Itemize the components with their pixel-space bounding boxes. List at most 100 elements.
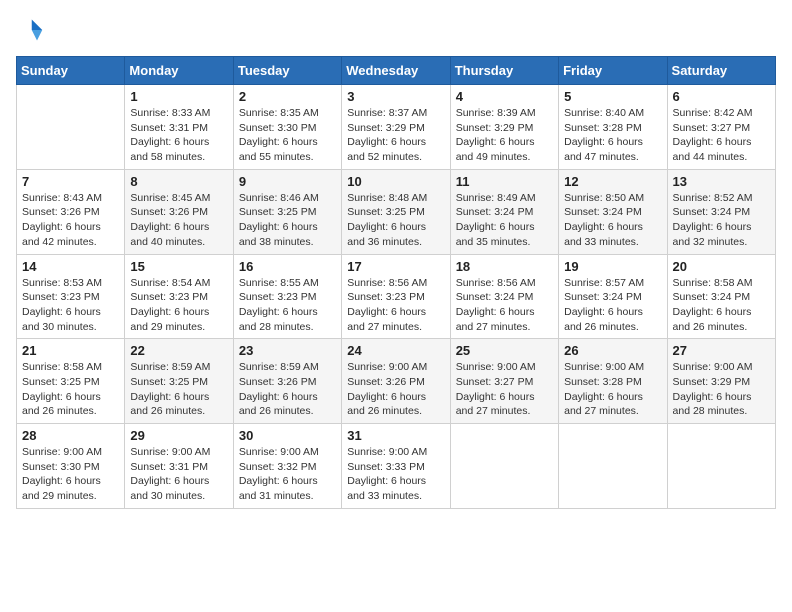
weekday-header-tuesday: Tuesday: [233, 57, 341, 85]
daylight-hours: Daylight: 6 hours and 33 minutes.: [347, 475, 426, 502]
daylight-hours: Daylight: 6 hours and 27 minutes.: [456, 306, 535, 333]
day-info: Sunrise: 8:49 AM Sunset: 3:24 PM Dayligh…: [456, 191, 553, 250]
day-number: 13: [673, 174, 770, 189]
sunrise-time: Sunrise: 9:00 AM: [22, 446, 102, 458]
sunset-time: Sunset: 3:25 PM: [22, 376, 100, 388]
sunrise-time: Sunrise: 8:54 AM: [130, 277, 210, 289]
sunrise-time: Sunrise: 8:46 AM: [239, 192, 319, 204]
sunset-time: Sunset: 3:23 PM: [239, 291, 317, 303]
sunset-time: Sunset: 3:29 PM: [673, 376, 751, 388]
calendar-week-row: 1 Sunrise: 8:33 AM Sunset: 3:31 PM Dayli…: [17, 85, 776, 170]
sunset-time: Sunset: 3:24 PM: [456, 206, 534, 218]
daylight-hours: Daylight: 6 hours and 27 minutes.: [564, 391, 643, 418]
day-number: 5: [564, 89, 661, 104]
daylight-hours: Daylight: 6 hours and 28 minutes.: [239, 306, 318, 333]
day-info: Sunrise: 8:53 AM Sunset: 3:23 PM Dayligh…: [22, 276, 119, 335]
calendar-cell: 16 Sunrise: 8:55 AM Sunset: 3:23 PM Dayl…: [233, 254, 341, 339]
day-info: Sunrise: 8:59 AM Sunset: 3:26 PM Dayligh…: [239, 360, 336, 419]
sunrise-time: Sunrise: 9:00 AM: [130, 446, 210, 458]
daylight-hours: Daylight: 6 hours and 31 minutes.: [239, 475, 318, 502]
day-number: 19: [564, 259, 661, 274]
calendar-week-row: 7 Sunrise: 8:43 AM Sunset: 3:26 PM Dayli…: [17, 169, 776, 254]
day-info: Sunrise: 8:50 AM Sunset: 3:24 PM Dayligh…: [564, 191, 661, 250]
sunrise-time: Sunrise: 8:58 AM: [673, 277, 753, 289]
calendar-cell: 26 Sunrise: 9:00 AM Sunset: 3:28 PM Dayl…: [559, 339, 667, 424]
sunset-time: Sunset: 3:25 PM: [130, 376, 208, 388]
sunset-time: Sunset: 3:27 PM: [456, 376, 534, 388]
calendar-cell: [17, 85, 125, 170]
day-number: 10: [347, 174, 444, 189]
weekday-header-thursday: Thursday: [450, 57, 558, 85]
calendar-cell: 29 Sunrise: 9:00 AM Sunset: 3:31 PM Dayl…: [125, 424, 233, 509]
sunset-time: Sunset: 3:26 PM: [22, 206, 100, 218]
calendar-cell: 30 Sunrise: 9:00 AM Sunset: 3:32 PM Dayl…: [233, 424, 341, 509]
day-number: 25: [456, 343, 553, 358]
daylight-hours: Daylight: 6 hours and 35 minutes.: [456, 221, 535, 248]
day-number: 29: [130, 428, 227, 443]
weekday-header-monday: Monday: [125, 57, 233, 85]
sunrise-time: Sunrise: 8:35 AM: [239, 107, 319, 119]
day-info: Sunrise: 9:00 AM Sunset: 3:31 PM Dayligh…: [130, 445, 227, 504]
sunrise-time: Sunrise: 8:57 AM: [564, 277, 644, 289]
calendar-cell: 13 Sunrise: 8:52 AM Sunset: 3:24 PM Dayl…: [667, 169, 775, 254]
sunrise-time: Sunrise: 8:55 AM: [239, 277, 319, 289]
daylight-hours: Daylight: 6 hours and 26 minutes.: [564, 306, 643, 333]
sunset-time: Sunset: 3:26 PM: [239, 376, 317, 388]
day-number: 31: [347, 428, 444, 443]
daylight-hours: Daylight: 6 hours and 42 minutes.: [22, 221, 101, 248]
day-info: Sunrise: 8:56 AM Sunset: 3:24 PM Dayligh…: [456, 276, 553, 335]
sunset-time: Sunset: 3:25 PM: [347, 206, 425, 218]
calendar-cell: 27 Sunrise: 9:00 AM Sunset: 3:29 PM Dayl…: [667, 339, 775, 424]
sunrise-time: Sunrise: 8:53 AM: [22, 277, 102, 289]
sunset-time: Sunset: 3:24 PM: [673, 291, 751, 303]
daylight-hours: Daylight: 6 hours and 26 minutes.: [130, 391, 209, 418]
daylight-hours: Daylight: 6 hours and 30 minutes.: [22, 306, 101, 333]
day-number: 18: [456, 259, 553, 274]
calendar-cell: [667, 424, 775, 509]
calendar-cell: 2 Sunrise: 8:35 AM Sunset: 3:30 PM Dayli…: [233, 85, 341, 170]
day-number: 14: [22, 259, 119, 274]
weekday-header-row: SundayMondayTuesdayWednesdayThursdayFrid…: [17, 57, 776, 85]
day-info: Sunrise: 9:00 AM Sunset: 3:29 PM Dayligh…: [673, 360, 770, 419]
daylight-hours: Daylight: 6 hours and 28 minutes.: [673, 391, 752, 418]
calendar-week-row: 14 Sunrise: 8:53 AM Sunset: 3:23 PM Dayl…: [17, 254, 776, 339]
sunset-time: Sunset: 3:28 PM: [564, 376, 642, 388]
day-info: Sunrise: 8:35 AM Sunset: 3:30 PM Dayligh…: [239, 106, 336, 165]
day-number: 9: [239, 174, 336, 189]
daylight-hours: Daylight: 6 hours and 27 minutes.: [456, 391, 535, 418]
sunrise-time: Sunrise: 8:33 AM: [130, 107, 210, 119]
day-number: 28: [22, 428, 119, 443]
calendar-cell: 18 Sunrise: 8:56 AM Sunset: 3:24 PM Dayl…: [450, 254, 558, 339]
daylight-hours: Daylight: 6 hours and 58 minutes.: [130, 136, 209, 163]
day-info: Sunrise: 8:37 AM Sunset: 3:29 PM Dayligh…: [347, 106, 444, 165]
day-info: Sunrise: 8:40 AM Sunset: 3:28 PM Dayligh…: [564, 106, 661, 165]
day-info: Sunrise: 8:52 AM Sunset: 3:24 PM Dayligh…: [673, 191, 770, 250]
day-info: Sunrise: 9:00 AM Sunset: 3:33 PM Dayligh…: [347, 445, 444, 504]
sunset-time: Sunset: 3:31 PM: [130, 122, 208, 134]
day-info: Sunrise: 8:42 AM Sunset: 3:27 PM Dayligh…: [673, 106, 770, 165]
day-info: Sunrise: 9:00 AM Sunset: 3:30 PM Dayligh…: [22, 445, 119, 504]
daylight-hours: Daylight: 6 hours and 26 minutes.: [347, 391, 426, 418]
day-number: 30: [239, 428, 336, 443]
calendar-cell: 4 Sunrise: 8:39 AM Sunset: 3:29 PM Dayli…: [450, 85, 558, 170]
day-info: Sunrise: 8:57 AM Sunset: 3:24 PM Dayligh…: [564, 276, 661, 335]
calendar-cell: 8 Sunrise: 8:45 AM Sunset: 3:26 PM Dayli…: [125, 169, 233, 254]
daylight-hours: Daylight: 6 hours and 30 minutes.: [130, 475, 209, 502]
day-number: 16: [239, 259, 336, 274]
day-number: 27: [673, 343, 770, 358]
sunrise-time: Sunrise: 8:49 AM: [456, 192, 536, 204]
day-info: Sunrise: 8:55 AM Sunset: 3:23 PM Dayligh…: [239, 276, 336, 335]
sunrise-time: Sunrise: 8:59 AM: [239, 361, 319, 373]
day-number: 15: [130, 259, 227, 274]
weekday-header-sunday: Sunday: [17, 57, 125, 85]
day-number: 21: [22, 343, 119, 358]
daylight-hours: Daylight: 6 hours and 26 minutes.: [22, 391, 101, 418]
calendar-cell: 17 Sunrise: 8:56 AM Sunset: 3:23 PM Dayl…: [342, 254, 450, 339]
calendar-cell: 25 Sunrise: 9:00 AM Sunset: 3:27 PM Dayl…: [450, 339, 558, 424]
sunrise-time: Sunrise: 8:58 AM: [22, 361, 102, 373]
day-number: 17: [347, 259, 444, 274]
daylight-hours: Daylight: 6 hours and 26 minutes.: [673, 306, 752, 333]
day-info: Sunrise: 8:39 AM Sunset: 3:29 PM Dayligh…: [456, 106, 553, 165]
calendar-week-row: 21 Sunrise: 8:58 AM Sunset: 3:25 PM Dayl…: [17, 339, 776, 424]
day-number: 26: [564, 343, 661, 358]
